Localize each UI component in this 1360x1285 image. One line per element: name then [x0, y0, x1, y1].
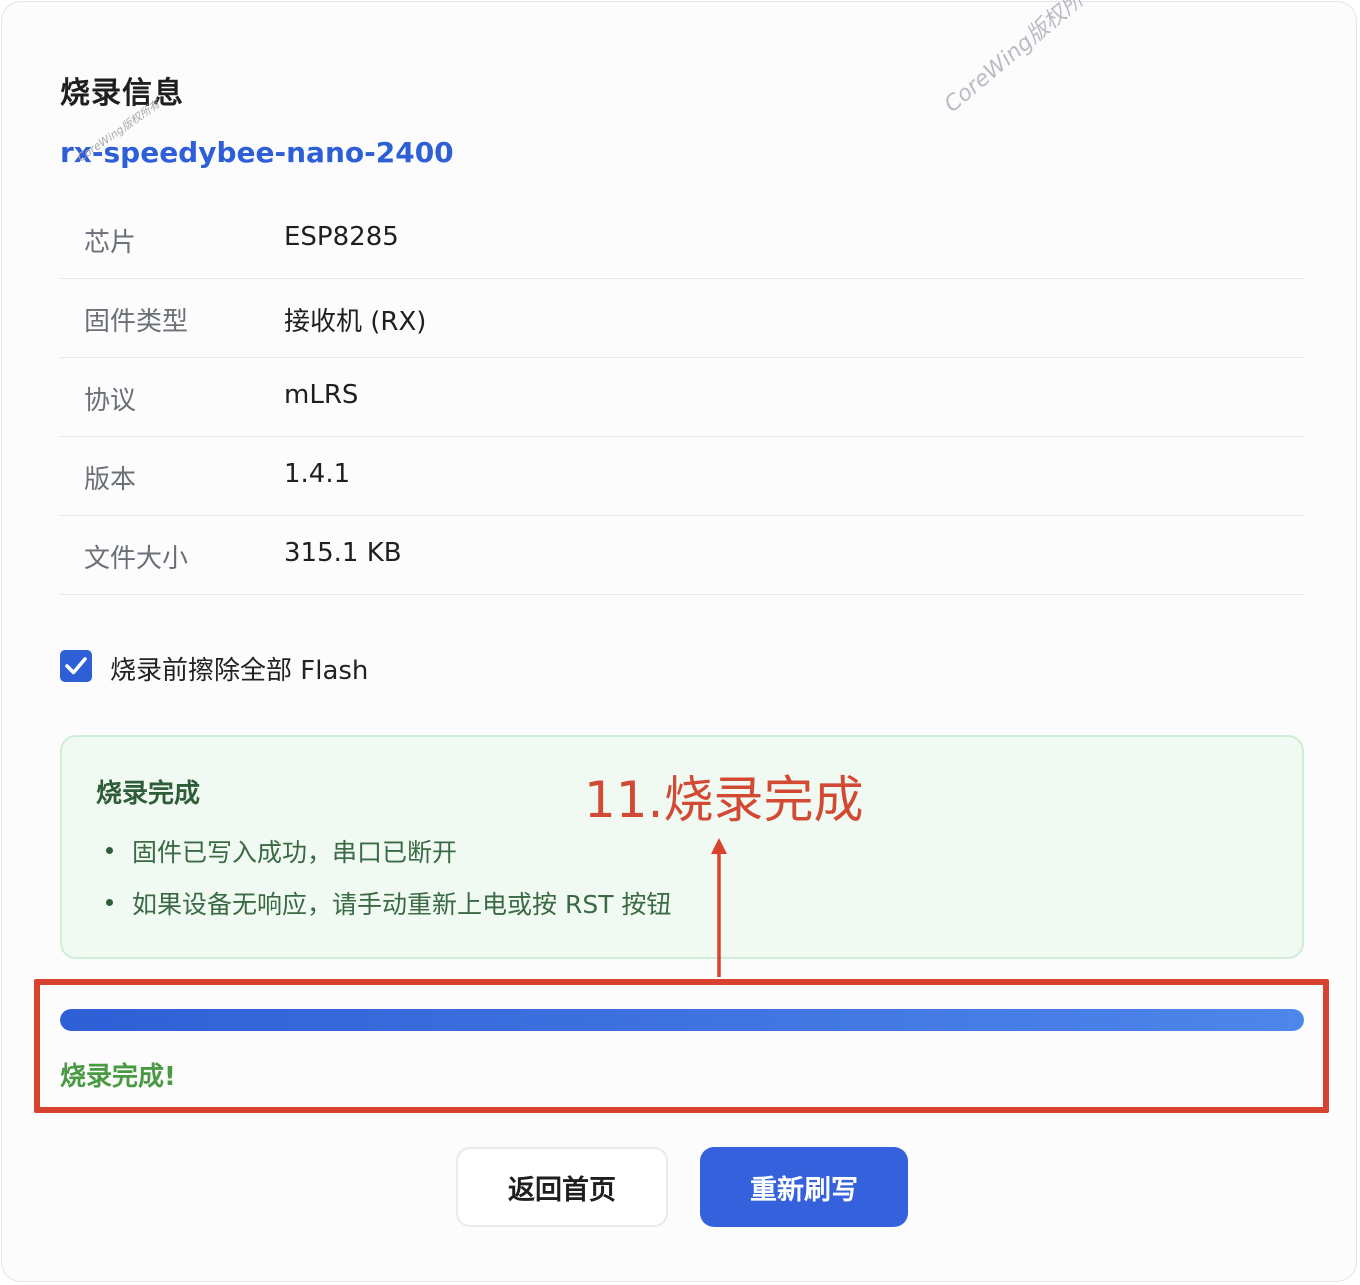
info-table: 芯片 ESP8285 固件类型 接收机 (RX) 协议 mLRS 版本 1.4.… — [60, 200, 1304, 595]
success-list: 固件已写入成功，串口已断开 如果设备无响应，请手动重新上电或按 RST 按钮 — [96, 833, 671, 937]
page-title: 烧录信息 — [60, 76, 184, 111]
info-label: 固件类型 — [84, 307, 189, 337]
info-label: 芯片 — [84, 228, 137, 258]
info-label: 版本 — [84, 465, 137, 495]
info-row-chip: 芯片 ESP8285 — [60, 200, 1304, 279]
list-item: 如果设备无响应，请手动重新上电或按 RST 按钮 — [96, 885, 671, 937]
info-value: 315.1 KB — [284, 538, 402, 568]
check-icon — [65, 657, 87, 675]
info-row-firmware-type: 固件类型 接收机 (RX) — [60, 279, 1304, 358]
erase-flash-checkbox[interactable] — [60, 650, 92, 682]
list-item: 固件已写入成功，串口已断开 — [96, 833, 671, 885]
annotation-highlight-box — [34, 979, 1329, 1113]
bullet-icon — [106, 899, 113, 906]
bullet-icon — [106, 847, 113, 854]
info-label: 文件大小 — [84, 544, 189, 574]
info-row-version: 版本 1.4.1 — [60, 437, 1304, 516]
info-value: mLRS — [284, 380, 359, 410]
annotation-arrow-icon — [711, 838, 727, 977]
reflash-button[interactable]: 重新刷写 — [700, 1147, 908, 1227]
info-value: ESP8285 — [284, 222, 399, 252]
info-label: 协议 — [84, 386, 137, 416]
success-title: 烧录完成 — [96, 779, 201, 809]
erase-flash-label: 烧录前擦除全部 Flash — [110, 656, 369, 686]
info-value: 接收机 (RX) — [284, 307, 427, 337]
watermark-large: CoreWing版权所 — [939, 0, 1089, 118]
device-name: rx-speedybee-nano-2400 — [60, 136, 454, 169]
annotation-label: 11.烧录完成 — [584, 771, 864, 829]
info-value: 1.4.1 — [284, 459, 351, 489]
list-item-text: 如果设备无响应，请手动重新上电或按 RST 按钮 — [132, 890, 672, 919]
list-item-text: 固件已写入成功，串口已断开 — [132, 838, 458, 867]
info-row-protocol: 协议 mLRS — [60, 358, 1304, 437]
info-row-file-size: 文件大小 315.1 KB — [60, 516, 1304, 595]
back-home-button[interactable]: 返回首页 — [456, 1147, 668, 1227]
